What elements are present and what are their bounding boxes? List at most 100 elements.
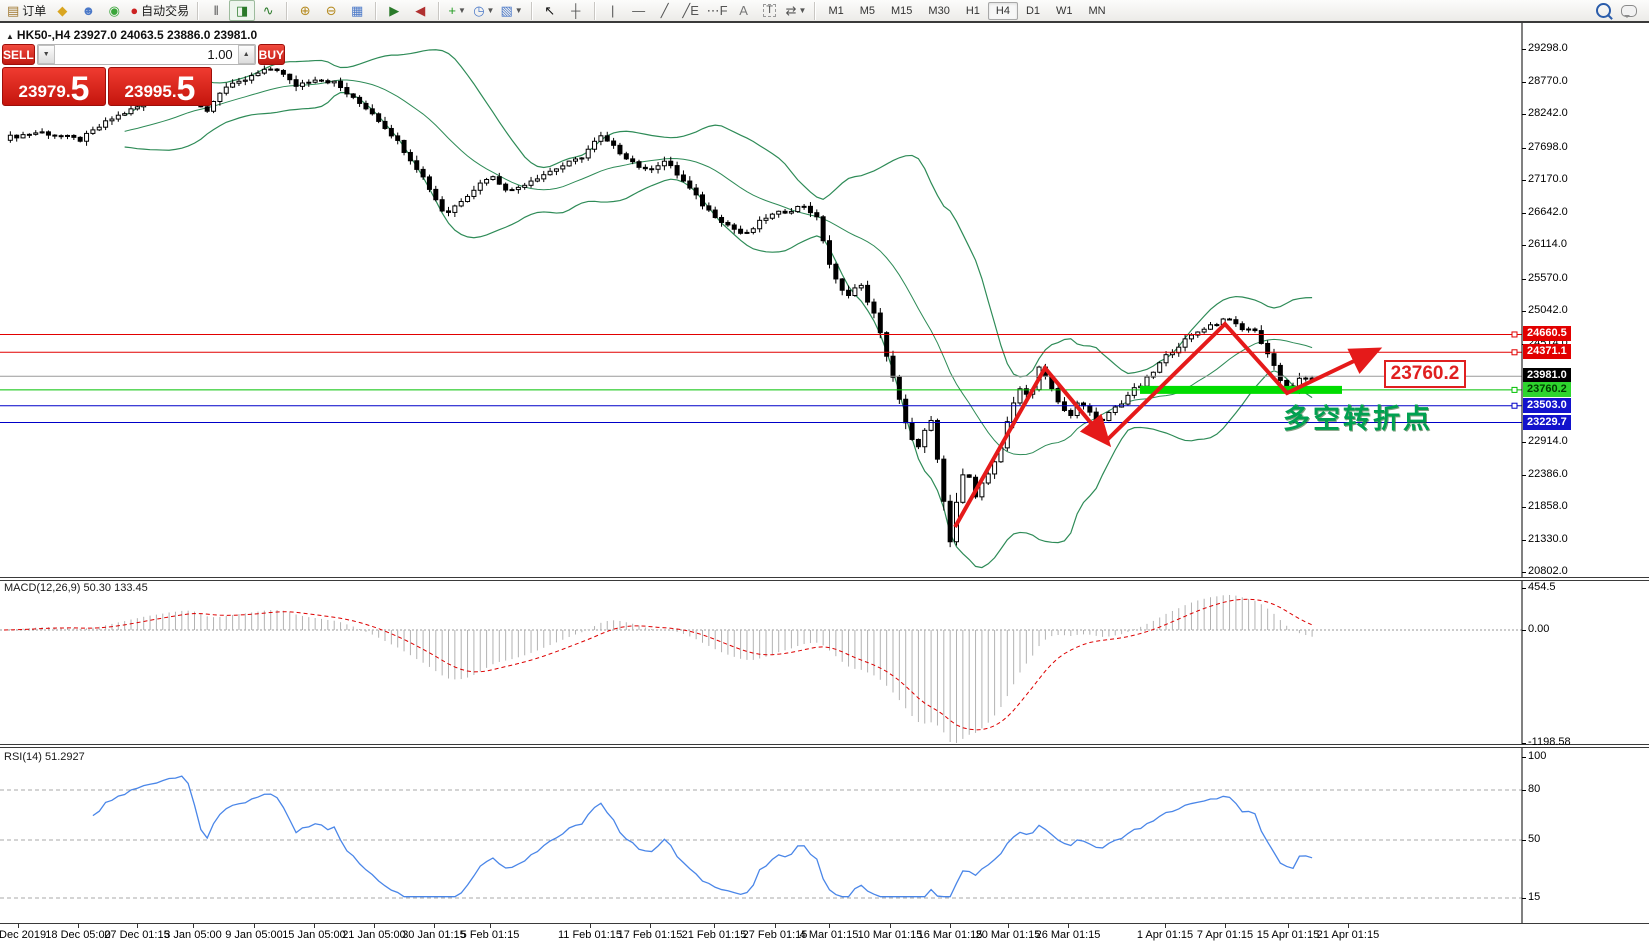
rsi-axis-label: 100 [1528, 750, 1546, 762]
time-axis-label: 4 Mar 01:15 [800, 929, 859, 941]
timeframe-m30[interactable]: M30 [920, 2, 957, 20]
chart-line-button[interactable]: ∿ [255, 0, 281, 21]
timeframe-w1[interactable]: W1 [1048, 2, 1081, 20]
text-label-button[interactable]: T [757, 0, 783, 21]
time-axis-label: 1 Apr 01:15 [1137, 929, 1193, 941]
price-chart[interactable] [0, 23, 1649, 577]
rsi-pane[interactable] [0, 748, 1649, 923]
time-tick [374, 924, 375, 928]
timeframe-mn[interactable]: MN [1081, 2, 1114, 20]
signals-icon: ◉ [109, 4, 120, 17]
timeframe-h1[interactable]: H1 [958, 2, 988, 20]
vertical-line-icon: | [611, 4, 614, 17]
axis-tick [1522, 311, 1526, 312]
auto-scroll-button[interactable]: ▶ [381, 0, 407, 21]
text-label-icon: T [763, 4, 776, 17]
tile-windows-icon: ▦ [351, 4, 363, 17]
chart-ohlc-text: HK50-,H4 23927.0 24063.5 23886.0 23981.0 [17, 28, 257, 42]
volume-spinner: ▼ ▲ [37, 44, 256, 65]
axis-tick [1522, 790, 1526, 791]
macd-pane[interactable] [0, 581, 1649, 744]
periods-icon: ◷ [473, 4, 484, 17]
signals-button[interactable]: ◉ [101, 0, 127, 21]
trendline-button[interactable]: ╱ [652, 0, 678, 21]
timeframe-h4[interactable]: H4 [988, 2, 1018, 20]
chart-bars-button[interactable]: ‖ [203, 0, 229, 21]
chart-shift-button[interactable]: ◀ [407, 0, 433, 21]
chart-candles-icon: ◨ [236, 4, 248, 17]
search-icon[interactable] [1596, 3, 1611, 18]
time-axis-label: 17 Feb 01:15 [618, 929, 683, 941]
horizontal-line-button[interactable]: ― [626, 0, 652, 21]
price-axis-label: 26642.0 [1528, 206, 1568, 218]
volume-decrease-button[interactable]: ▼ [38, 45, 55, 64]
vertical-line-button[interactable]: | [600, 0, 626, 21]
axis-tick [1522, 180, 1526, 181]
buy-button[interactable]: BUY [258, 44, 285, 65]
price-axis-label: 27698.0 [1528, 141, 1568, 153]
crosshair-button[interactable]: ┼ [563, 0, 589, 21]
macd-axis-label: -1198.58 [1528, 736, 1571, 748]
price-axis-label: 25042.0 [1528, 304, 1568, 316]
time-axis-label: 2 Dec 2019 [0, 929, 46, 941]
time-tick [254, 924, 255, 928]
fibonacci-button[interactable]: ⋯F [704, 0, 731, 21]
new-order-button[interactable]: ▤订单 [4, 0, 49, 21]
toolbar-separator [814, 2, 815, 20]
arrows-icon: ⇄ [786, 4, 797, 17]
periods-button[interactable]: ◷▼ [470, 0, 497, 21]
turning-point-annotation[interactable]: 多空转折点 [1283, 397, 1433, 436]
sell-price-pip: 5 [71, 76, 90, 104]
time-tick [434, 924, 435, 928]
time-tick [1008, 924, 1009, 928]
time-axis-label: 11 Feb 01:15 [558, 929, 622, 941]
arrows-button[interactable]: ⇄▼ [783, 0, 810, 21]
tile-windows-button[interactable]: ▦ [344, 0, 370, 21]
toolbar-separator [531, 2, 532, 20]
zoom-out-button[interactable]: ⊖ [318, 0, 344, 21]
autotrading-button[interactable]: ●自动交易 [127, 0, 192, 21]
rsi-axis-label: 80 [1528, 783, 1540, 795]
profile-button[interactable]: ☻ [75, 0, 101, 21]
time-axis-label: 21 Jan 05:00 [342, 929, 406, 941]
timeframe-m1[interactable]: M1 [820, 2, 851, 20]
timeframe-m15[interactable]: M15 [883, 2, 920, 20]
macd-label: MACD(12,26,9) 50.30 133.45 [4, 582, 148, 594]
text-button[interactable]: A [731, 0, 757, 21]
price-axis-label: 28770.0 [1528, 75, 1568, 87]
volume-increase-button[interactable]: ▲ [238, 45, 255, 64]
time-tick [590, 924, 591, 928]
chevron-down-icon: ▼ [458, 7, 466, 15]
sell-button[interactable]: SELL [2, 44, 35, 65]
time-tick [1068, 924, 1069, 928]
timeframe-m5[interactable]: M5 [852, 2, 883, 20]
equidistant-channel-button[interactable]: ╱E [678, 0, 704, 21]
templates-button[interactable]: ▧▼ [497, 0, 525, 21]
chart-bars-icon: ‖ [214, 4, 219, 17]
time-tick [78, 924, 79, 928]
time-tick [18, 924, 19, 928]
price-axis-label: 26114.0 [1528, 238, 1567, 250]
crosshair-icon: ┼ [571, 4, 580, 17]
volume-input[interactable] [55, 45, 238, 64]
buy-price-box[interactable]: 23995.5 [108, 67, 212, 106]
price-callout-23760[interactable]: 23760.2 [1384, 360, 1466, 388]
cursor-button[interactable]: ↖ [537, 0, 563, 21]
market-watch-button[interactable]: ◆ [49, 0, 75, 21]
price-axis-label: 22386.0 [1528, 468, 1568, 480]
chart-candles-button[interactable]: ◨ [229, 0, 255, 21]
sell-price-box[interactable]: 23979.5 [2, 67, 106, 106]
time-tick [314, 924, 315, 928]
axis-tick [1522, 49, 1526, 50]
market-watch-icon: ◆ [57, 4, 67, 17]
new-indicator-button[interactable]: +▼ [444, 0, 470, 21]
autotrading-icon: ● [130, 4, 138, 17]
price-level-badge: 24371.1 [1523, 344, 1571, 359]
timeframe-d1[interactable]: D1 [1018, 2, 1048, 20]
price-axis-label: 20802.0 [1528, 565, 1568, 577]
rsi-axis-label: 15 [1528, 891, 1540, 903]
zoom-in-button[interactable]: ⊕ [292, 0, 318, 21]
chat-icon[interactable] [1621, 5, 1637, 17]
time-axis-label: 3 Jan 05:00 [164, 929, 222, 941]
time-axis-line [0, 923, 1649, 924]
